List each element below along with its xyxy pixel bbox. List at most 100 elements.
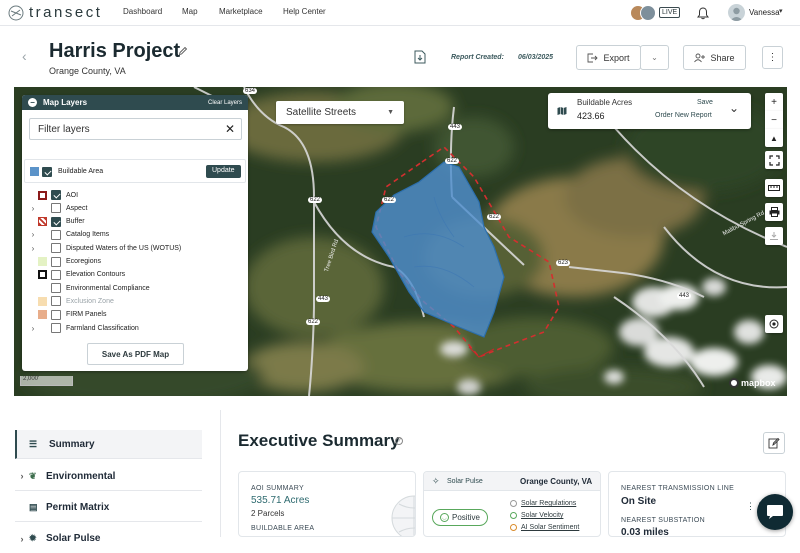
layer-row[interactable]: Environmental Compliance [28,282,150,294]
chevron-down-icon[interactable]: ⌄ [729,101,739,115]
clear-layers-link[interactable]: Clear Layers [208,100,242,106]
transect-logo[interactable]: transect [8,4,102,21]
mapbox-attribution[interactable]: mapbox [729,378,776,388]
layer-label: Aspect [66,204,88,212]
zoom-in-button[interactable]: + [765,93,783,111]
save-pdf-map-button[interactable]: Save As PDF Map [87,343,184,365]
export-options-button[interactable]: ⌄ [640,45,669,70]
nav-map[interactable]: Map [182,7,198,16]
layer-row[interactable]: Exclusion Zone [28,295,114,307]
report-created-label: Report Created: [451,54,504,61]
locate-button[interactable] [765,315,783,333]
layer-checkbox[interactable] [51,269,61,280]
collapse-icon[interactable]: − [28,98,37,107]
solar-pulse-card: ✧ Solar Pulse Orange County, VA ◡ Positi… [423,471,601,537]
chat-widget-button[interactable] [757,494,793,530]
buildable-area-checkbox[interactable] [42,166,57,178]
chevron-right-icon[interactable]: › [28,204,38,213]
layer-checkbox[interactable] [51,203,61,214]
layer-label: Environmental Compliance [66,284,150,292]
fullscreen-button[interactable] [765,151,783,169]
logo-mark-icon [8,5,24,20]
layer-checkbox[interactable] [51,190,61,200]
layer-row[interactable]: AOI [28,189,78,201]
layer-checkbox[interactable] [51,309,61,320]
compass-button[interactable]: ▲ [765,129,783,147]
layer-row[interactable]: Ecoregions [28,256,101,268]
sidebar-item-environmental[interactable]: › ❦ Environmental [15,462,202,491]
export-icon [588,53,599,62]
update-button[interactable]: Update [206,165,241,178]
layer-row[interactable]: › Farmland Classification [28,322,139,334]
aoi-acres: 535.71 Acres [251,495,310,506]
ai-solar-sentiment-link[interactable]: AI Solar Sentiment [510,524,579,531]
chat-bubble-icon [767,505,783,519]
layer-swatch [38,204,47,213]
live-collaborators[interactable]: LIVE [630,4,681,21]
save-link[interactable]: Save [697,99,713,106]
chevron-right-icon[interactable]: › [28,244,38,253]
order-new-report-link[interactable]: Order New Report [655,112,712,119]
layer-checkbox[interactable] [51,243,61,254]
filter-layers-placeholder: Filter layers [38,124,90,135]
share-button[interactable]: Share [683,45,746,70]
road-shield: 622 [308,197,323,203]
chevron-down-icon[interactable]: ▾ [779,7,783,15]
clear-filter-icon[interactable]: ✕ [225,122,235,136]
layer-row[interactable]: › Aspect [28,202,87,214]
status-dot-icon [510,524,517,531]
solar-velocity-link[interactable]: Solar Velocity [510,512,563,519]
sidebar-item-label: Summary [49,438,95,450]
buildable-area-swatch [30,167,39,176]
logo-text: transect [29,4,103,21]
chevron-right-icon: › [20,533,24,544]
download-button[interactable] [765,227,783,245]
sidebar-item-label: Permit Matrix [46,501,110,513]
solar-location: Orange County, VA [520,477,593,486]
help-icon[interactable]: ? [395,437,403,445]
nav-dashboard[interactable]: Dashboard [123,7,162,16]
divider [220,410,221,537]
chevron-right-icon[interactable]: › [28,230,38,239]
layer-checkbox[interactable] [51,323,61,333]
zoom-out-button[interactable]: − [765,111,783,129]
checkbox[interactable] [42,167,52,177]
layer-checkbox[interactable] [51,296,61,307]
user-name[interactable]: Vanessa [749,8,780,17]
layer-row[interactable]: › Disputed Waters of the US (WOTUS) [28,242,181,254]
nav-marketplace[interactable]: Marketplace [219,7,263,16]
filter-layers-input[interactable]: Filter layers ✕ [29,118,242,140]
sentiment-badge: ◡ Positive [432,509,488,526]
sidebar-item-solar-pulse[interactable]: › ✹ Solar Pulse [15,524,202,553]
sidebar-item-permit-matrix[interactable]: ▤ Permit Matrix [15,493,202,522]
bell-icon[interactable] [697,7,709,20]
nav-help-center[interactable]: Help Center [283,7,326,16]
print-button[interactable] [765,203,783,221]
pdf-download-icon[interactable] [414,50,426,64]
back-arrow-icon[interactable]: ‹ [22,48,27,64]
mapbox-logo-icon [729,378,739,388]
sidebar-item-summary[interactable]: ☰ Summary [15,430,202,459]
edit-summary-button[interactable] [763,432,785,454]
layer-checkbox[interactable] [51,283,61,294]
layer-swatch [38,310,47,320]
report-created-date: 06/03/2025 [518,54,554,61]
edit-pencil-icon[interactable] [178,46,188,56]
layer-row[interactable]: › Catalog Items [28,229,109,241]
layer-row[interactable]: Buffer [28,216,85,228]
layer-row[interactable]: FIRM Panels [28,309,106,321]
layer-checkbox[interactable] [51,216,61,227]
layer-checkbox[interactable] [51,229,61,240]
layer-label: Exclusion Zone [66,297,114,305]
layers-panel-header: − Map Layers Clear Layers [22,95,248,110]
map-style-select[interactable]: Satellite Streets ▼ [276,101,404,124]
solar-regulations-link[interactable]: Solar Regulations [510,500,576,507]
chevron-down-icon: ▼ [387,109,394,116]
chevron-right-icon[interactable]: › [28,324,38,333]
export-button[interactable]: Export [576,45,641,70]
layer-checkbox[interactable] [51,256,61,267]
measure-button[interactable] [765,179,783,197]
more-options-button[interactable]: ⋮ [762,46,783,69]
user-avatar[interactable] [728,4,745,21]
layer-row[interactable]: Elevation Contours [28,269,125,281]
